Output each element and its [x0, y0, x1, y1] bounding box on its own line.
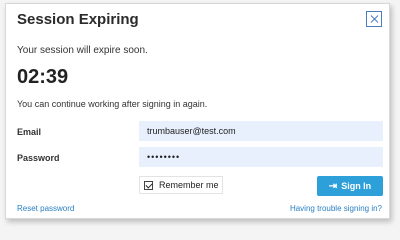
reset-password-link[interactable]: Reset password: [17, 204, 74, 213]
expiry-message: Your session will expire soon.: [17, 45, 148, 56]
trouble-signing-in-link[interactable]: Having trouble signing in?: [290, 204, 382, 213]
sign-in-icon: ⇥: [328, 180, 338, 192]
close-icon[interactable]: [366, 11, 382, 27]
dialog-title: Session Expiring: [17, 11, 139, 28]
remember-me-checkbox[interactable]: [144, 180, 153, 190]
password-label: Password: [17, 153, 60, 163]
countdown-timer: 02:39: [17, 66, 69, 88]
sign-in-label: Sign In: [341, 181, 372, 191]
sign-in-button[interactable]: ⇥ Sign In: [317, 176, 383, 196]
remember-me-toggle[interactable]: Remember me: [139, 176, 223, 194]
session-expiring-dialog: Session Expiring Your session will expir…: [5, 3, 390, 219]
email-field[interactable]: trumbauser@test.com: [139, 121, 383, 141]
email-label: Email: [17, 127, 42, 137]
remember-me-label: Remember me: [159, 180, 219, 190]
instruction-message: You can continue working after signing i…: [17, 99, 208, 109]
password-field[interactable]: ••••••••: [139, 147, 383, 167]
